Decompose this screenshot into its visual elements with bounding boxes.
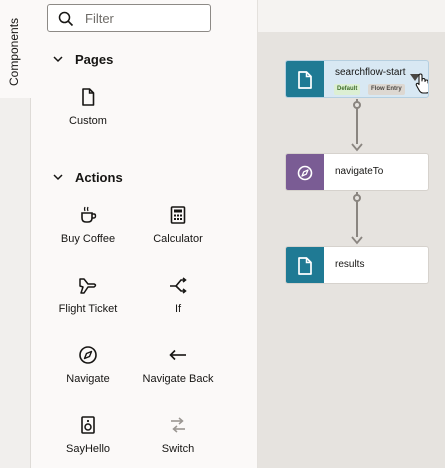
- component-sayhello[interactable]: SayHello: [40, 415, 136, 468]
- switch-icon: [171, 417, 185, 433]
- node-name: navigateTo: [335, 166, 384, 177]
- arrow-down-icon: [351, 143, 363, 152]
- badge-default: Default: [334, 84, 361, 95]
- speaker-icon: [81, 416, 95, 434]
- component-label: Buy Coffee: [60, 233, 116, 245]
- tab-components[interactable]: Components: [0, 0, 31, 98]
- node-name: searchflow-start: [335, 67, 406, 78]
- component-buy-coffee[interactable]: Buy Coffee: [40, 205, 136, 265]
- component-label: Calculator: [153, 233, 203, 245]
- component-label: Switch: [161, 443, 195, 455]
- component-switch[interactable]: Switch: [130, 415, 226, 468]
- arrow-left-icon: [169, 349, 186, 361]
- section-pages-title: Pages: [75, 51, 114, 67]
- filter-input[interactable]: Filter: [47, 4, 211, 32]
- calculator-icon: [170, 206, 186, 224]
- component-label: If: [174, 303, 182, 315]
- component-custom[interactable]: Custom: [40, 87, 136, 147]
- node-tile: [286, 154, 324, 190]
- page-icon: [82, 88, 95, 106]
- component-label: Flight Ticket: [58, 303, 118, 315]
- component-label: Custom: [69, 115, 107, 127]
- vertical-tab-strip: Components: [0, 0, 31, 468]
- hand-cursor-icon: [415, 73, 428, 94]
- filter-placeholder: Filter: [85, 11, 114, 26]
- node-name: results: [335, 259, 365, 270]
- arrow-down-icon: [351, 236, 363, 245]
- component-label: Navigate: [66, 373, 110, 385]
- compass-icon: [297, 165, 313, 181]
- branch-icon: [170, 277, 187, 294]
- flow-canvas[interactable]: searchflow-start Default Flow Entry navi…: [258, 0, 445, 468]
- section-actions-toggle[interactable]: Actions: [51, 167, 123, 187]
- component-label: SayHello: [65, 443, 111, 455]
- connector-port: [353, 194, 361, 202]
- node-tile: [286, 247, 324, 283]
- flow-node-navigateto[interactable]: navigateTo: [285, 153, 429, 191]
- coffee-cup-icon: [81, 206, 97, 223]
- canvas-header: [258, 0, 445, 32]
- components-panel: Filter Pages Custom Actions Buy Coffee C…: [31, 0, 258, 468]
- section-pages-toggle[interactable]: Pages: [51, 49, 113, 69]
- component-navigate-back[interactable]: Navigate Back: [130, 345, 226, 405]
- airplane-icon: [79, 278, 97, 294]
- tab-components-label: Components: [7, 17, 21, 86]
- node-tile: [286, 61, 324, 97]
- page-icon: [298, 257, 312, 275]
- component-if[interactable]: If: [130, 275, 226, 335]
- compass-icon: [79, 346, 97, 364]
- connector-port: [353, 101, 361, 109]
- page-icon: [298, 71, 312, 89]
- component-calculator[interactable]: Calculator: [130, 205, 226, 265]
- chevron-down-icon: [53, 56, 63, 63]
- component-label: Navigate Back: [142, 373, 214, 385]
- flow-node-results[interactable]: results: [285, 246, 429, 284]
- badge-flow-entry: Flow Entry: [368, 84, 405, 95]
- chevron-down-icon: [53, 174, 63, 181]
- flow-node-searchflow-start[interactable]: searchflow-start Default Flow Entry: [285, 60, 429, 98]
- component-navigate[interactable]: Navigate: [40, 345, 136, 405]
- section-actions-title: Actions: [75, 169, 123, 185]
- component-flight-ticket[interactable]: Flight Ticket: [40, 275, 136, 335]
- search-icon: [58, 11, 74, 27]
